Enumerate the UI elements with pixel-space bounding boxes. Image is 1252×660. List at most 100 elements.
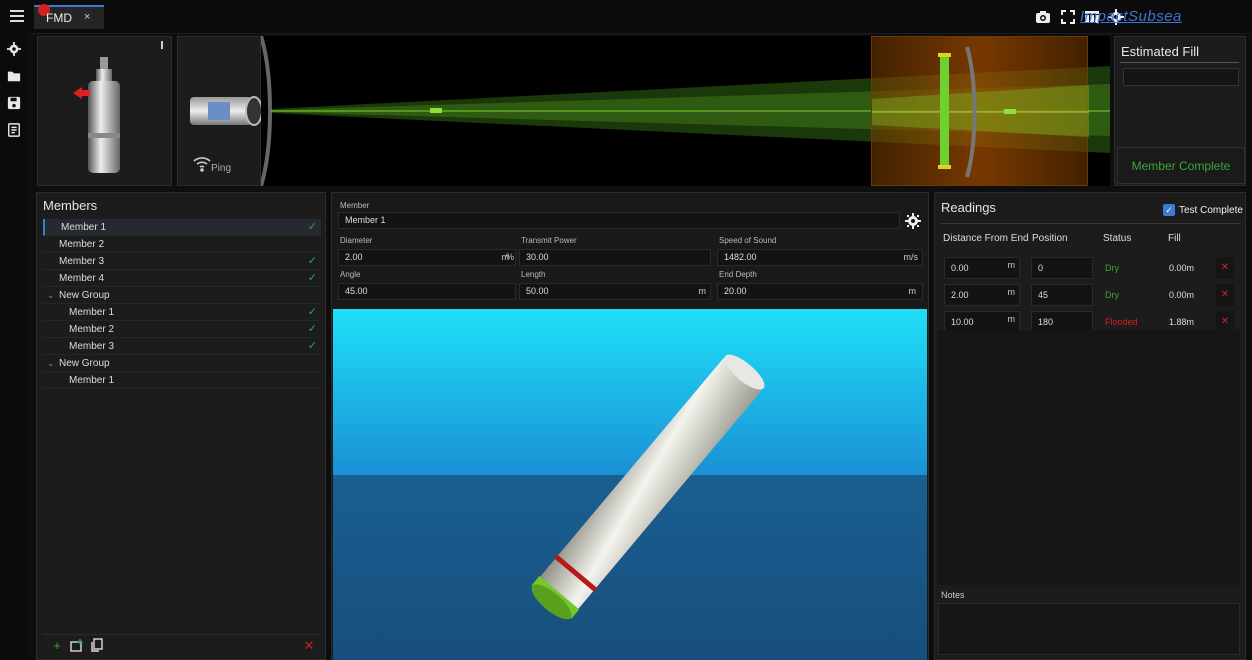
end-depth-label: End Depth <box>719 270 757 279</box>
member-settings-gear-icon[interactable] <box>905 213 921 229</box>
add-member-icon[interactable]: + <box>49 638 65 654</box>
position-input[interactable]: 45 <box>1031 284 1093 306</box>
member-name-label: Member <box>340 201 370 210</box>
test-complete-label: Test Complete <box>1179 205 1243 216</box>
member-label: New Group <box>59 290 110 301</box>
member-row[interactable]: Member 3 ✓ <box>43 338 321 355</box>
col-fill: Fill <box>1168 233 1181 244</box>
fullscreen-icon[interactable] <box>1060 9 1076 25</box>
estimated-fill-value <box>1123 68 1239 86</box>
member-label: Member 2 <box>59 239 105 250</box>
member-label: Member 1 <box>69 307 115 318</box>
complete-check-icon: ✓ <box>307 255 317 267</box>
diameter-value: 2.00 <box>345 252 363 262</box>
sensor-illustration <box>190 96 263 126</box>
beam-marker-far <box>1004 109 1016 114</box>
end-depth-unit: m <box>908 286 917 296</box>
menu-icon[interactable] <box>10 10 24 22</box>
delete-member-icon[interactable]: ✕ <box>301 638 317 654</box>
diameter-label: Diameter <box>340 236 373 245</box>
group-row[interactable]: ⌄ New Group <box>43 355 321 372</box>
member-row[interactable]: Member 1 ✓ <box>43 304 321 321</box>
tab-label: FMD <box>46 11 72 25</box>
delete-reading-icon[interactable]: ✕ <box>1216 284 1234 306</box>
transmit-power-value: 30.00 <box>526 252 549 262</box>
expand-arrow-icon[interactable]: ⌄ <box>47 287 55 304</box>
cylinder-illustration <box>73 41 163 173</box>
member-label: Member 1 <box>61 222 107 233</box>
angle-label: Angle <box>340 270 361 279</box>
complete-check-icon: ✓ <box>307 340 317 352</box>
length-unit: m <box>698 286 707 296</box>
member-row[interactable]: Member 4 ✓ <box>43 270 321 287</box>
fill-value: 0.00m <box>1169 290 1195 300</box>
member-range-box <box>871 36 1089 186</box>
tab-close-icon[interactable]: × <box>84 11 90 23</box>
distance-value: 0.00 <box>951 263 969 273</box>
member-label: Member 3 <box>69 341 115 352</box>
distance-input[interactable]: 0.00 m <box>944 257 1020 279</box>
member-row[interactable]: Member 1 <box>43 372 321 389</box>
member-name-input[interactable]: Member 1 <box>338 212 900 229</box>
complete-check-icon: ✓ <box>307 323 317 335</box>
diameter-input[interactable]: 2.00 m <box>338 249 516 266</box>
folder-icon[interactable] <box>7 69 21 83</box>
wifi-icon <box>193 156 211 172</box>
save-icon[interactable] <box>7 96 21 110</box>
report-icon[interactable] <box>7 123 21 137</box>
readings-table-body <box>938 330 1240 585</box>
member-row[interactable]: Member 2 <box>43 236 321 253</box>
transmit-power-unit: % <box>506 252 515 262</box>
beam-marker <box>430 108 442 113</box>
transmit-power-label: Transmit Power <box>521 236 577 245</box>
brand-logo: ImpactSubsea <box>1080 8 1182 25</box>
member-row[interactable]: Member 2 ✓ <box>43 321 321 338</box>
speed-of-sound-unit: m/s <box>903 252 919 262</box>
3d-member-view[interactable] <box>333 309 927 660</box>
distance-value: 10.00 <box>951 317 974 327</box>
cylinder-preview-panel <box>37 36 172 186</box>
divider <box>941 223 1241 224</box>
member-row[interactable]: Member 1 ✓ <box>43 219 321 236</box>
position-input[interactable]: 0 <box>1031 257 1093 279</box>
angle-input[interactable]: 45.00 ° <box>338 283 527 300</box>
members-title: Members <box>43 198 98 213</box>
member-label: Member 3 <box>59 256 105 267</box>
distance-input[interactable]: 2.00 m <box>944 284 1020 306</box>
col-distance-from-end: Distance From End <box>943 233 1029 244</box>
member-wall-near <box>940 55 949 167</box>
complete-check-icon: ✓ <box>307 221 317 233</box>
members-list: Member 1 ✓ Member 2 Member 3 ✓ Member 4 ✓ ⌄ New … <box>43 219 321 389</box>
member-complete-button[interactable]: Member Complete <box>1117 147 1245 184</box>
status-text: Dry <box>1105 263 1119 273</box>
add-group-icon[interactable] <box>69 638 85 654</box>
length-value: 50.00 <box>526 286 549 296</box>
end-depth-value: 20.00 <box>724 286 747 296</box>
readings-title: Readings <box>941 200 996 215</box>
length-input[interactable]: 50.00 m <box>519 283 711 300</box>
member-label: Member 2 <box>69 324 115 335</box>
members-footer: + ✕ <box>43 634 321 657</box>
delete-reading-icon[interactable]: ✕ <box>1216 257 1234 279</box>
gear-icon[interactable] <box>7 42 21 56</box>
end-depth-input[interactable]: 20.00 m <box>717 283 923 300</box>
fill-value: 0.00m <box>1169 263 1195 273</box>
speed-of-sound-input[interactable]: 1482.00 m/s <box>717 249 923 266</box>
member-row[interactable]: Member 3 ✓ <box>43 253 321 270</box>
complete-check-icon: ✓ <box>307 272 317 284</box>
member-label: Member 4 <box>59 273 105 284</box>
expand-arrow-icon[interactable]: ⌄ <box>47 355 55 372</box>
notes-label: Notes <box>941 590 965 600</box>
notes-textarea[interactable] <box>938 603 1240 655</box>
member-label: Member 1 <box>69 375 115 386</box>
test-complete-checkbox[interactable]: ✓ <box>1163 204 1175 216</box>
copy-icon[interactable] <box>89 638 105 654</box>
speed-of-sound-value: 1482.00 <box>724 252 757 262</box>
divider <box>1120 62 1239 63</box>
distance-unit: m <box>1007 314 1016 324</box>
group-row[interactable]: ⌄ New Group <box>43 287 321 304</box>
transmit-power-input[interactable]: 30.00 % <box>506 249 711 266</box>
angle-value: 45.00 <box>345 286 368 296</box>
camera-icon[interactable] <box>1035 9 1051 25</box>
distance-unit: m <box>1007 260 1016 270</box>
